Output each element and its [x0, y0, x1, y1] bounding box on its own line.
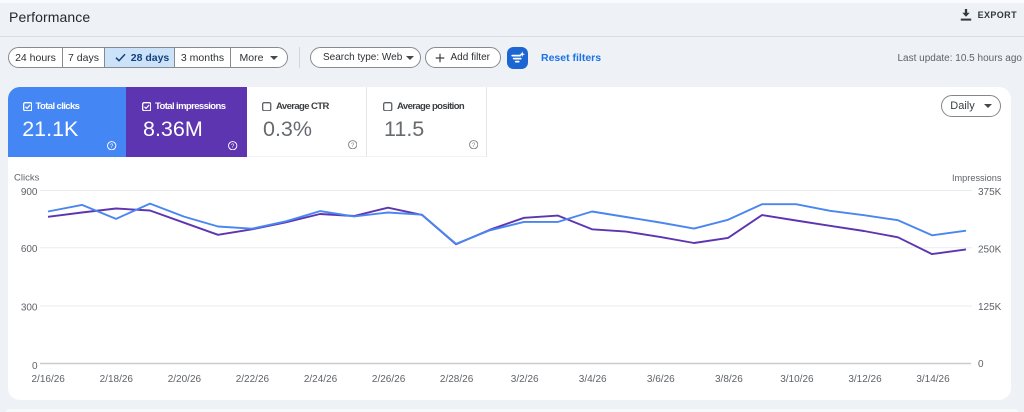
svg-text:250K: 250K [978, 245, 1002, 256]
svg-text:900: 900 [21, 187, 38, 198]
svg-text:2/24/26: 2/24/26 [304, 374, 338, 385]
svg-text:3/12/26: 3/12/26 [848, 374, 882, 385]
svg-text:3/6/26: 3/6/26 [647, 374, 675, 385]
svg-text:Impressions: Impressions [952, 173, 1002, 183]
svg-text:3/8/26: 3/8/26 [715, 374, 743, 385]
svg-text:2/20/26: 2/20/26 [168, 374, 202, 385]
svg-text:125K: 125K [978, 302, 1002, 313]
svg-text:3/10/26: 3/10/26 [780, 374, 814, 385]
svg-text:2/18/26: 2/18/26 [100, 374, 134, 385]
svg-text:600: 600 [21, 244, 38, 255]
svg-text:2/16/26: 2/16/26 [32, 374, 66, 385]
svg-text:2/22/26: 2/22/26 [236, 374, 270, 385]
svg-text:300: 300 [21, 302, 38, 313]
svg-text:Clicks: Clicks [14, 173, 40, 184]
svg-text:2/28/26: 2/28/26 [440, 374, 474, 385]
svg-text:0: 0 [978, 359, 984, 370]
svg-text:0: 0 [32, 361, 38, 372]
svg-text:3/4/26: 3/4/26 [579, 374, 607, 385]
svg-text:3/2/26: 3/2/26 [511, 374, 539, 385]
svg-text:3/14/26: 3/14/26 [916, 374, 950, 385]
svg-text:2/26/26: 2/26/26 [372, 374, 406, 385]
svg-text:375K: 375K [978, 187, 1002, 198]
